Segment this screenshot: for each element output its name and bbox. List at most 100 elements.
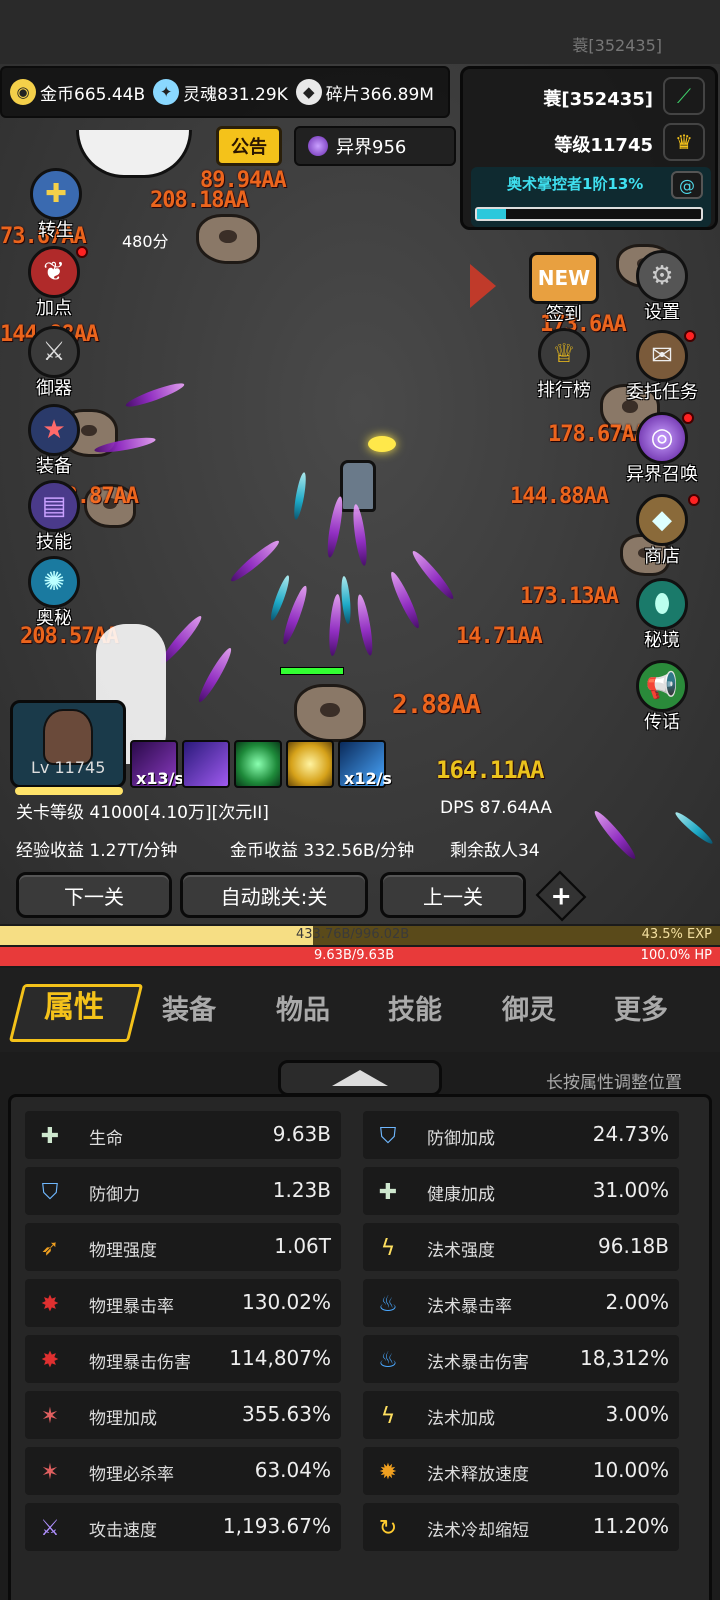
attribute-value: 1.06T: [274, 1234, 331, 1258]
skill-slot-1[interactable]: x13/s: [130, 740, 184, 788]
magic-shard: [228, 537, 282, 585]
attribute-row[interactable]: ⚔ 攻击速度 1,193.67%: [25, 1503, 341, 1551]
tab-attributes[interactable]: 属性: [44, 982, 104, 1026]
exp-bar-fill: [0, 926, 314, 945]
burst-icon: ✶: [40, 1459, 60, 1485]
red-slash-icon: ✸: [40, 1347, 60, 1373]
auto-skip-toggle[interactable]: 自动跳关:关: [180, 872, 368, 918]
attribute-row[interactable]: ✚ 健康加成 31.00%: [363, 1167, 679, 1215]
quest-button[interactable]: ✉ 委托任务: [614, 330, 710, 404]
tab-items[interactable]: 物品: [276, 988, 330, 1027]
prev-stage-button[interactable]: 上一关: [380, 872, 526, 918]
magic-shard: [350, 503, 370, 567]
attribute-value: 96.18B: [598, 1234, 669, 1258]
skill-side-button[interactable]: ▤ 技能: [14, 480, 94, 554]
next-stage-button[interactable]: 下一关: [16, 872, 172, 918]
attribute-list[interactable]: ✚ 生命 9.63B ⛉ 防御加成 24.73% ⛉ 防御力 1.23B ✚ 健康加成 31.00% ➶…: [8, 1094, 712, 1600]
currency-bar: ◉ 金币665.44B ✦ 灵魂831.29K ◆ 碎片366.89M: [0, 66, 450, 118]
addpoint-button[interactable]: ❦ 加点: [14, 246, 94, 320]
attribute-value: 3.00%: [605, 1402, 669, 1426]
arcane-title: 奥术掌控者1阶13%: [507, 175, 644, 193]
player-uid: 蓑[352435]: [572, 36, 662, 55]
collapse-button[interactable]: [278, 1060, 442, 1096]
arcana-label: 奥秘: [36, 608, 72, 629]
notice-button[interactable]: 公告: [216, 126, 282, 166]
status-bar: 蓑[352435]: [0, 0, 720, 64]
attribute-row[interactable]: ➶ 物理强度 1.06T: [25, 1223, 341, 1271]
cross-plus-icon: ✚: [40, 1123, 60, 1149]
soul-amount: 灵魂831.29K: [183, 84, 288, 105]
hero-portrait[interactable]: Lv 11745: [10, 700, 126, 795]
skill-slot-3[interactable]: [234, 740, 282, 788]
game-screen: 蓑[352435] 89.94AA 208.18AA 73.67AA 173.6…: [0, 0, 720, 1600]
arcane-progress[interactable]: 奥术掌控者1阶13% @: [471, 167, 711, 227]
player-level: 等级11745: [554, 135, 653, 156]
hero-xp-bar: [15, 787, 123, 795]
tab-spirits[interactable]: 御灵: [502, 988, 556, 1027]
ice-shard: [673, 809, 715, 847]
gear-icon: ⚙: [636, 250, 688, 302]
skill-slot-2[interactable]: [182, 740, 230, 788]
attribute-row[interactable]: ✶ 物理必杀率 63.04%: [25, 1447, 341, 1495]
hp-bar: 9.63B/9.63B 100.0% HP: [0, 947, 720, 966]
attribute-value: 355.63%: [242, 1402, 331, 1426]
avatar[interactable]: ⟋: [663, 77, 705, 115]
attribute-label: 法术暴击伤害: [427, 1353, 529, 1373]
exp-bar-text: 433.76B/996.02B: [296, 927, 410, 942]
ice-shard: [268, 574, 292, 622]
tab-equipment[interactable]: 装备: [162, 988, 216, 1027]
ranking-button[interactable]: ♕ 排行榜: [524, 328, 604, 402]
teleport-button[interactable]: 📢 传话: [622, 660, 702, 734]
gold-rate: 金币收益 332.56B/分钟: [230, 841, 415, 861]
attribute-row[interactable]: ✚ 生命 9.63B: [25, 1111, 341, 1159]
attribute-row[interactable]: ✹ 法术释放速度 10.00%: [363, 1447, 679, 1495]
attribute-row[interactable]: ✶ 物理加成 355.63%: [25, 1391, 341, 1439]
shard-icon: ◆: [295, 79, 322, 105]
checkin-button[interactable]: NEW 签到: [524, 252, 604, 326]
attribute-value: 31.00%: [592, 1178, 669, 1202]
stage-info: 关卡等级 41000[4.10万][次元II] DPS 87.64AA 经验收益…: [10, 796, 590, 862]
hero-avatar: [43, 709, 93, 765]
hp-bar-text: 9.63B/9.63B: [314, 948, 395, 963]
summon-button[interactable]: ◎ 异界召唤: [614, 412, 710, 486]
attribute-row[interactable]: ♨ 法术暴击伤害 18,312%: [363, 1335, 679, 1383]
attribute-row[interactable]: ✸ 物理暴击率 130.02%: [25, 1279, 341, 1327]
attribute-row[interactable]: ✸ 物理暴击伤害 114,807%: [25, 1335, 341, 1383]
shop-label: 商店: [644, 546, 680, 567]
soul-icon: ✦: [153, 79, 180, 105]
tab-more[interactable]: 更多: [614, 988, 668, 1027]
skill-slot-5[interactable]: x12/s: [338, 740, 392, 788]
shield-icon: ⛉: [379, 1123, 397, 1149]
stage-level: 关卡等级 41000[4.10万][次元II]: [16, 803, 269, 823]
crown-icon[interactable]: ♛: [663, 123, 705, 161]
yuqi-button[interactable]: ⚔ 御器: [14, 326, 94, 400]
attribute-label: 防御加成: [427, 1129, 495, 1149]
otherworld-counter[interactable]: 异界956: [294, 126, 456, 166]
attribute-label: 法术释放速度: [427, 1465, 529, 1485]
secret-realm-button[interactable]: ⬮ 秘境: [622, 578, 702, 652]
attribute-row[interactable]: ⛉ 防御力 1.23B: [25, 1167, 341, 1215]
attribute-row[interactable]: ϟ 法术加成 3.00%: [363, 1391, 679, 1439]
attribute-row[interactable]: ⛉ 防御加成 24.73%: [363, 1111, 679, 1159]
attribute-label: 物理必杀率: [89, 1465, 174, 1485]
enemies-remaining: 剩余敌人34: [450, 841, 540, 861]
equip-side-label: 装备: [36, 456, 72, 477]
damage-number: 164.11AA: [436, 756, 545, 784]
magic-shard: [124, 379, 186, 411]
shop-button[interactable]: ◆ 商店: [622, 494, 702, 568]
rebirth-button[interactable]: ✚ 转生: [16, 168, 96, 242]
gold-amount: 金币665.44B: [40, 84, 146, 105]
tab-skills[interactable]: 技能: [388, 988, 442, 1027]
attribute-row[interactable]: ↻ 法术冷却缩短 11.20%: [363, 1503, 679, 1551]
arcana-button[interactable]: ✺ 奥秘: [14, 556, 94, 630]
settings-button[interactable]: ⚙ 设置: [622, 250, 702, 324]
vortex-icon: ✺: [28, 556, 80, 608]
fire-icon: ✹: [378, 1459, 398, 1485]
equip-side-button[interactable]: ★ 装备: [14, 404, 94, 478]
scroll-right-arrow[interactable]: [470, 264, 496, 308]
attribute-row[interactable]: ♨ 法术暴击率 2.00%: [363, 1279, 679, 1327]
attribute-value: 9.63B: [272, 1122, 331, 1146]
enemy-rock: [294, 684, 366, 742]
attribute-row[interactable]: ϟ 法术强度 96.18B: [363, 1223, 679, 1271]
skill-slot-4[interactable]: [286, 740, 334, 788]
